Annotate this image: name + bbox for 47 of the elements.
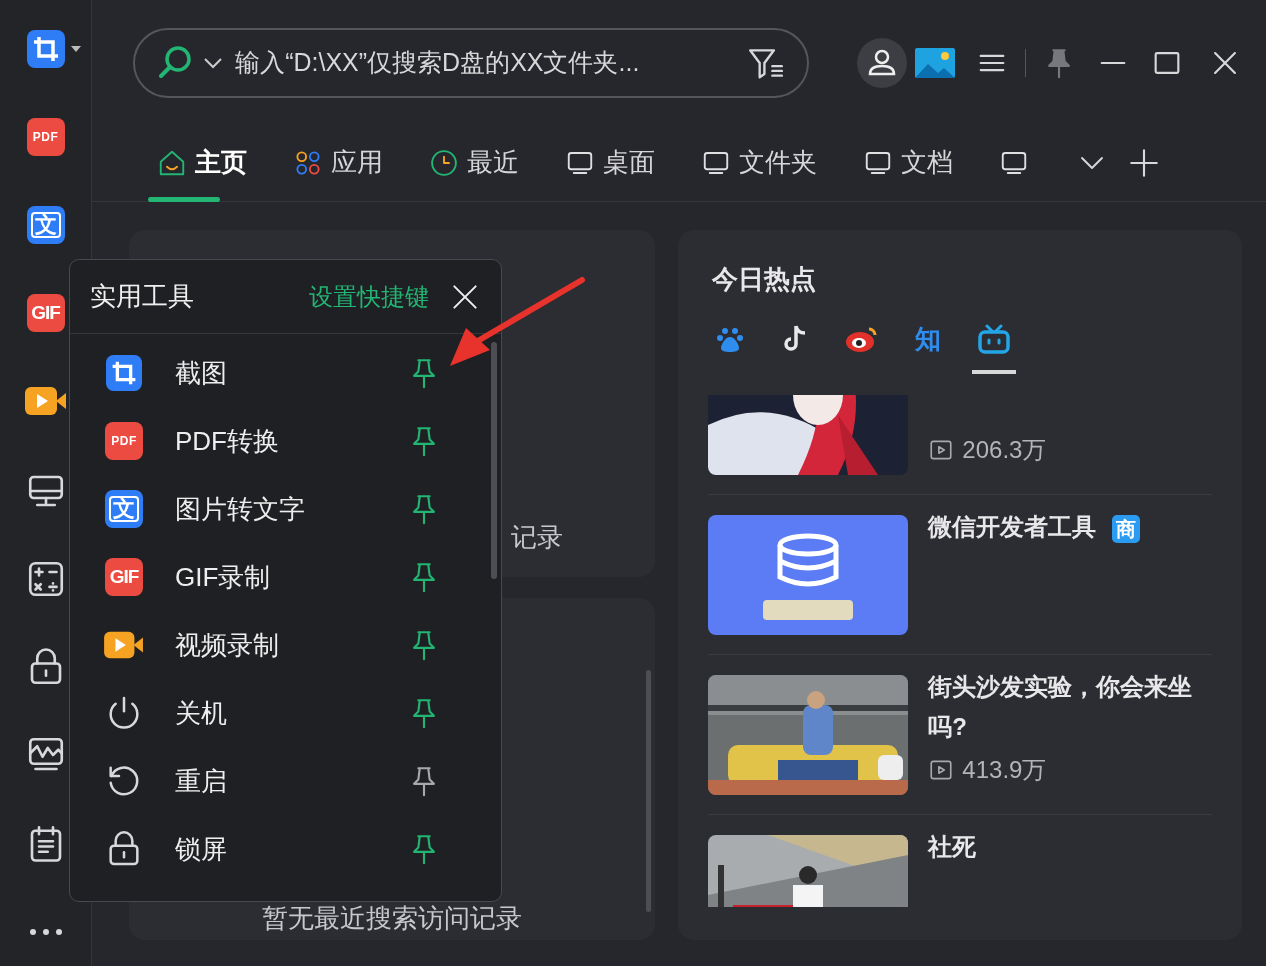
text-recognition-icon[interactable]: 文 bbox=[26, 206, 65, 244]
source-tab[interactable]: 知 bbox=[906, 304, 951, 374]
clock-icon bbox=[429, 147, 460, 178]
tab[interactable]: 文件夹 bbox=[678, 123, 841, 202]
paw-icon bbox=[716, 325, 745, 353]
search-field[interactable]: 输入“D:\XX”仅搜索D盘的XX文件夹... bbox=[133, 28, 810, 98]
scrollbar[interactable] bbox=[491, 342, 497, 579]
empty-message: 记录 bbox=[511, 521, 564, 554]
tool-item[interactable]: PDF转换 bbox=[175, 421, 279, 461]
tab[interactable]: 应用 bbox=[270, 123, 407, 202]
caret-icon[interactable] bbox=[71, 46, 82, 52]
tab[interactable]: 最近 bbox=[406, 123, 543, 202]
tool-item[interactable]: 关机 bbox=[175, 693, 227, 733]
empty-message: 暂无最近搜索访问记录 bbox=[262, 904, 523, 932]
tab[interactable]: 桌面 bbox=[542, 123, 679, 202]
popup-title: 实用工具 bbox=[90, 280, 194, 313]
text-recognition-icon: 文 bbox=[105, 490, 143, 528]
shortcut-link[interactable]: 设置快捷键 bbox=[309, 278, 429, 315]
tool-item[interactable]: 截图 bbox=[175, 353, 227, 393]
view-count: 206.3万 bbox=[962, 435, 1047, 465]
search-icon bbox=[157, 45, 194, 81]
tab[interactable]: 主页 bbox=[134, 123, 271, 202]
tool-item[interactable]: 视频录制 bbox=[175, 625, 279, 665]
chevron-down-icon[interactable] bbox=[203, 57, 224, 69]
view-count: 413.9万 bbox=[962, 755, 1047, 785]
crop-icon[interactable] bbox=[26, 30, 65, 68]
pdf-icon[interactable]: PDF bbox=[26, 118, 65, 156]
hot-title[interactable]: 社死 bbox=[928, 827, 977, 867]
user-avatar-icon[interactable] bbox=[857, 38, 908, 88]
search-input[interactable]: 输入“D:\XX”仅搜索D盘的XX文件夹... bbox=[233, 43, 738, 83]
tab[interactable]: 文档 bbox=[840, 123, 977, 202]
tv-icon bbox=[978, 324, 1011, 354]
tool-item[interactable]: 图片转文字 bbox=[175, 489, 305, 529]
crop-icon bbox=[106, 355, 142, 391]
tag: 商 bbox=[1112, 515, 1141, 543]
hot-title[interactable]: 微信开发者工具 bbox=[928, 507, 1097, 547]
image-icon[interactable] bbox=[915, 48, 956, 78]
gif-icon: GIF bbox=[105, 558, 143, 596]
gif-icon[interactable]: GIF bbox=[26, 294, 65, 332]
scrollbar[interactable] bbox=[646, 670, 652, 912]
tool-item[interactable]: 重启 bbox=[175, 761, 227, 801]
more-icon[interactable] bbox=[28, 928, 63, 936]
pdf-icon: PDF bbox=[105, 422, 143, 460]
hot-title[interactable]: 街头沙发实验，你会来坐吗? bbox=[928, 667, 1212, 747]
tool-item[interactable]: GIF录制 bbox=[175, 557, 271, 597]
section-title: 今日热点 bbox=[711, 263, 818, 296]
tool-item[interactable]: 锁屏 bbox=[175, 829, 227, 869]
